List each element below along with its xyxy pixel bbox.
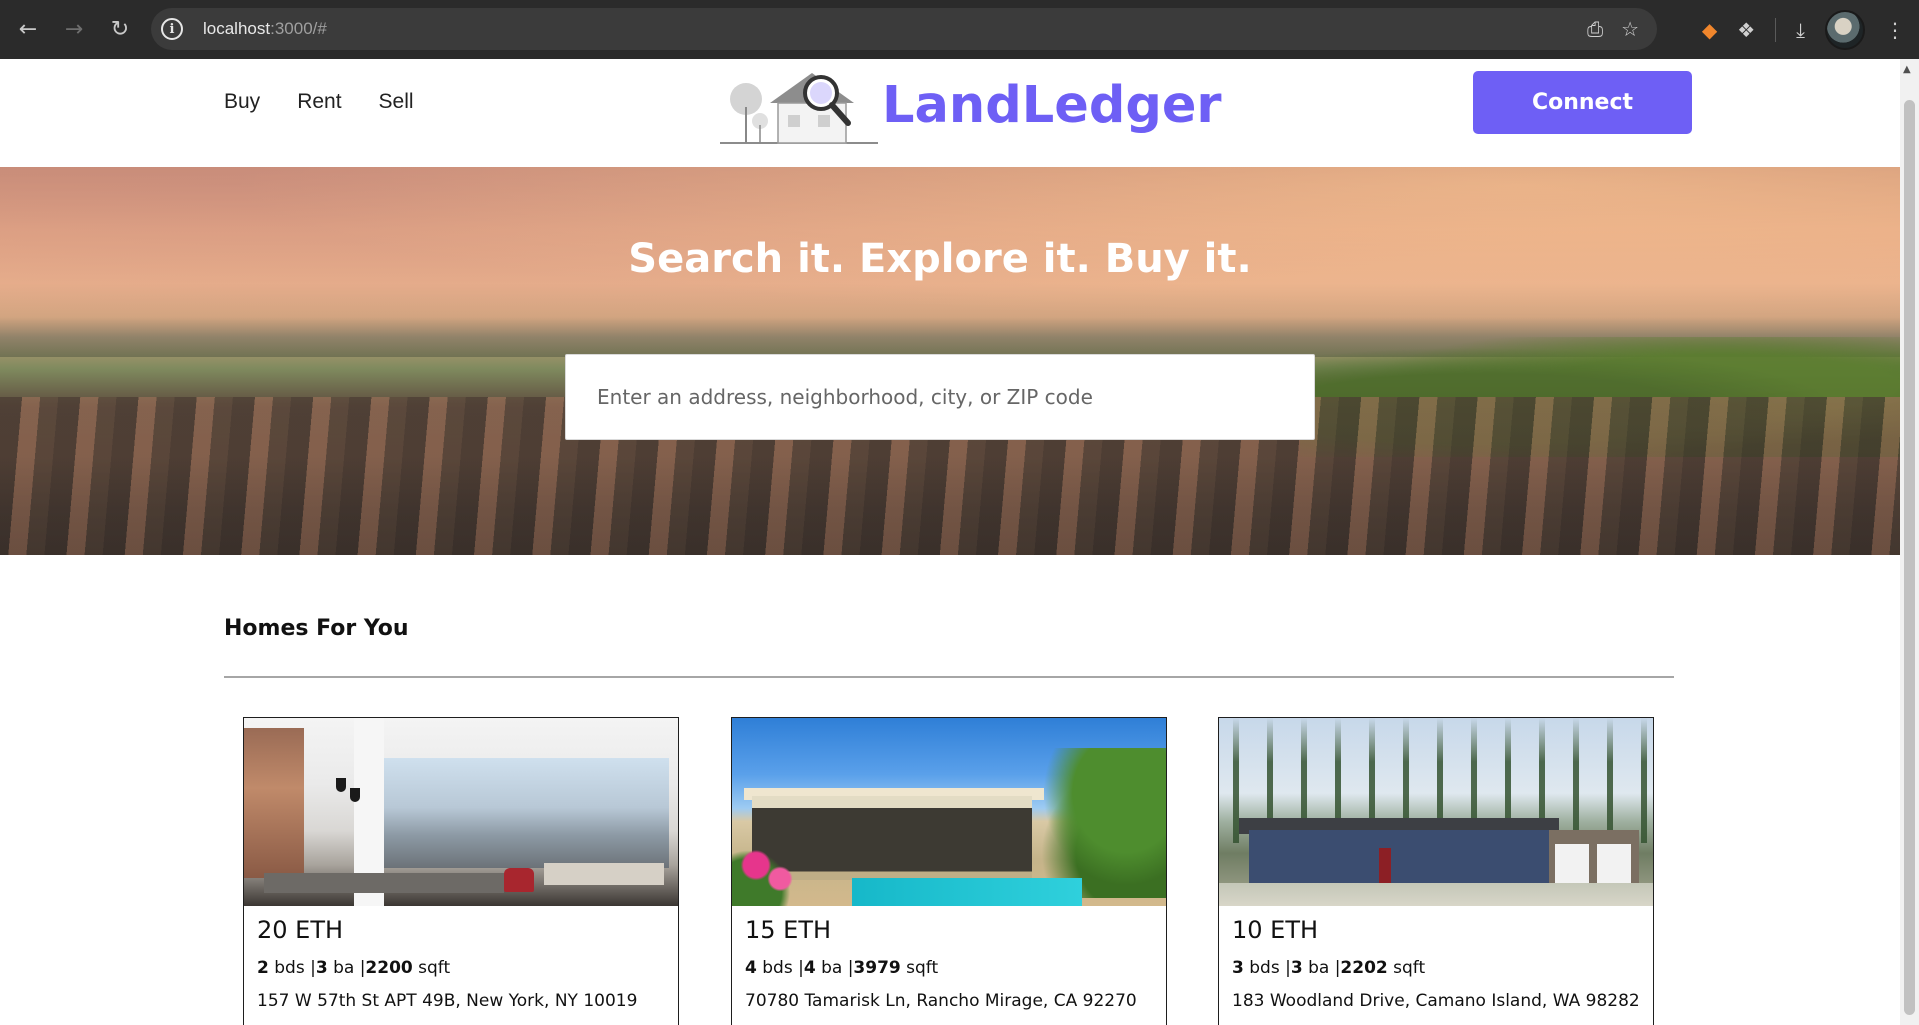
listing-price: 10 ETH	[1232, 916, 1319, 944]
listing-photo-garage-door	[1597, 844, 1631, 886]
listing-card[interactable]: 15 ETH 4 bds |4 ba |3979 sqft 70780 Tama…	[731, 717, 1167, 1025]
listing-baths-unit: ba |	[333, 958, 366, 978]
listing-stats: 4 bds |4 ba |3979 sqft	[745, 958, 938, 978]
listing-price: 20 ETH	[257, 916, 344, 944]
listing-baths: 3	[1290, 958, 1303, 978]
listing-card[interactable]: 10 ETH 3 bds |3 ba |2202 sqft 183 Woodla…	[1218, 717, 1654, 1025]
listing-photo-garage-door	[1555, 844, 1589, 886]
listing-beds-unit: bds |	[274, 958, 316, 978]
back-icon[interactable]: ←	[10, 11, 46, 47]
nav-link-sell[interactable]: Sell	[379, 90, 414, 114]
listing-photo-palms	[1032, 748, 1166, 898]
hero-headline: Search it. Explore it. Buy it.	[628, 236, 1252, 282]
hero-banner: Search it. Explore it. Buy it.	[0, 167, 1900, 555]
extensions-puzzle-icon[interactable]: ❖	[1737, 18, 1755, 42]
downloads-icon[interactable]: ⤓	[1796, 18, 1805, 42]
page-scrollbar-thumb[interactable]	[1904, 100, 1915, 1015]
listing-baths: 3	[315, 958, 328, 978]
reload-icon[interactable]: ↻	[102, 11, 138, 47]
connect-wallet-button[interactable]: Connect	[1473, 71, 1692, 134]
nav-link-rent[interactable]: Rent	[297, 90, 341, 114]
listing-beds-unit: bds |	[1249, 958, 1291, 978]
browser-toolbar: ← → ↻ i localhost:3000/# ⎙ ☆ ◆ ❖ ⤓ ⋮	[0, 0, 1919, 59]
listing-photo[interactable]	[1219, 718, 1653, 906]
listing-address: 183 Woodland Drive, Camano Island, WA 98…	[1232, 991, 1640, 1011]
listing-sqft: 2200	[365, 958, 413, 978]
listing-photo[interactable]	[732, 718, 1166, 906]
listing-card[interactable]: 20 ETH 2 bds |3 ba |2200 sqft 157 W 57th…	[243, 717, 679, 1025]
listing-beds: 2	[257, 958, 269, 978]
brand-name: LandLedger	[882, 75, 1222, 135]
site-logo[interactable]: LandLedger	[720, 63, 1222, 147]
listing-photo-counter	[264, 873, 504, 893]
listing-sqft: 2202	[1340, 958, 1388, 978]
metamask-extension-icon[interactable]: ◆	[1702, 18, 1717, 42]
listing-photo-driveway	[1219, 883, 1653, 906]
section-divider	[224, 676, 1674, 678]
listing-photo-door	[1379, 848, 1391, 884]
listing-photo-lamp	[336, 778, 346, 792]
nav-link-buy[interactable]: Buy	[224, 90, 260, 114]
listing-photo-lamp	[350, 788, 360, 802]
listing-photo-chair	[504, 868, 534, 892]
url-host: localhost	[203, 19, 271, 38]
listing-photo-garage	[1549, 830, 1639, 886]
listing-beds-unit: bds |	[762, 958, 804, 978]
listing-photo-building	[244, 728, 304, 878]
house-magnifier-logo-icon	[720, 73, 878, 144]
listing-photo-pool	[852, 878, 1082, 906]
listing-price: 15 ETH	[745, 916, 832, 944]
profile-avatar[interactable]	[1825, 10, 1865, 50]
listing-photo-sofa	[544, 863, 664, 885]
listing-beds: 3	[1232, 958, 1244, 978]
install-app-icon[interactable]: ⎙	[1587, 17, 1603, 41]
bookmark-star-icon[interactable]: ☆	[1621, 17, 1639, 41]
browser-menu-icon[interactable]: ⋮	[1885, 18, 1905, 42]
listing-sqft-unit: sqft	[418, 958, 451, 978]
listing-baths: 4	[803, 958, 816, 978]
browser-nav: ← → ↻	[10, 11, 138, 47]
listing-stats: 3 bds |3 ba |2202 sqft	[1232, 958, 1425, 978]
section-title: Homes For You	[224, 616, 409, 641]
listing-photo-house	[1249, 830, 1549, 886]
listing-sqft-unit: sqft	[906, 958, 939, 978]
url-text[interactable]: localhost:3000/#	[203, 19, 327, 39]
listing-address: 157 W 57th St APT 49B, New York, NY 1001…	[257, 991, 638, 1011]
toolbar-divider	[1775, 18, 1777, 42]
listing-stats: 2 bds |3 ba |2200 sqft	[257, 958, 450, 978]
site-header: Buy Rent Sell LandLedger Connect	[0, 59, 1900, 167]
site-info-icon[interactable]: i	[161, 18, 183, 40]
listing-photo-window	[384, 758, 669, 868]
listing-sqft: 3979	[853, 958, 901, 978]
primary-nav: Buy Rent Sell	[224, 90, 414, 114]
url-path: :3000/#	[270, 19, 327, 38]
listing-baths-unit: ba |	[821, 958, 854, 978]
listing-photo[interactable]	[244, 718, 678, 906]
forward-icon[interactable]: →	[56, 11, 92, 47]
listing-photo-flowers	[732, 838, 812, 906]
location-search-input[interactable]	[565, 354, 1315, 440]
scroll-up-arrow-icon[interactable]: ▲	[1903, 64, 1911, 75]
listing-sqft-unit: sqft	[1393, 958, 1426, 978]
listing-baths-unit: ba |	[1308, 958, 1341, 978]
address-bar[interactable]: i localhost:3000/# ⎙ ☆	[151, 8, 1657, 50]
listing-beds: 4	[745, 958, 757, 978]
page: Buy Rent Sell LandLedger Connect Search …	[0, 59, 1900, 1025]
listing-address: 70780 Tamarisk Ln, Rancho Mirage, CA 922…	[745, 991, 1137, 1011]
